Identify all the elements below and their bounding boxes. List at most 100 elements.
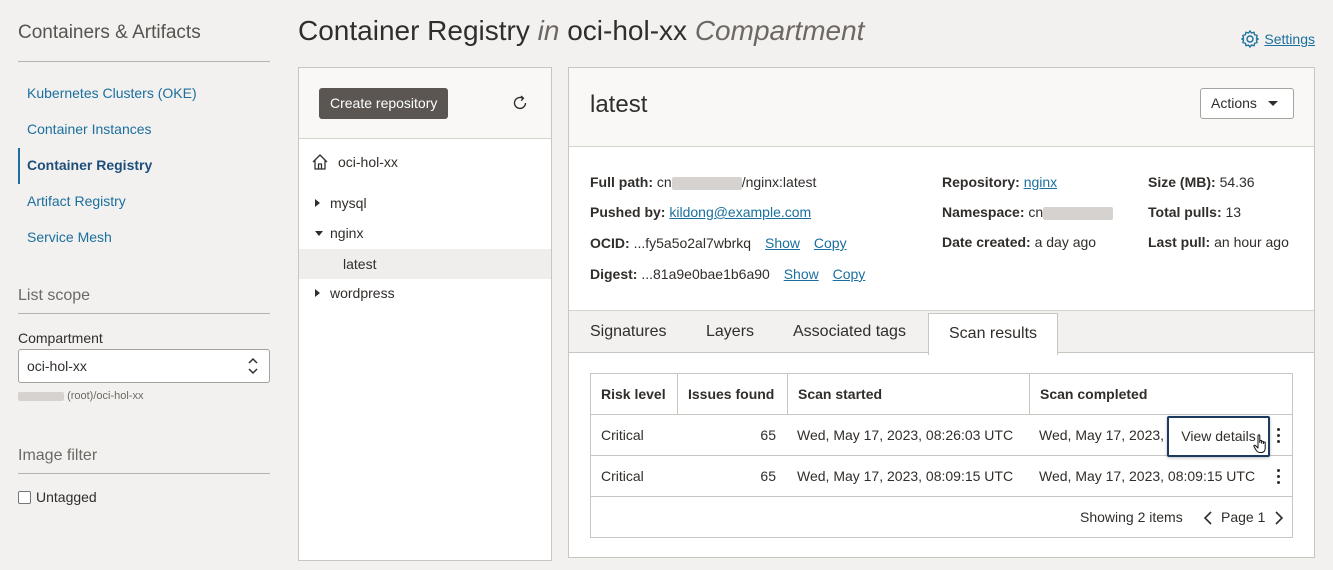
namespace-prefix: cn: [1028, 204, 1044, 220]
ocid-label: OCID:: [590, 235, 630, 251]
tab-layers[interactable]: Layers: [706, 323, 754, 341]
home-icon: [312, 154, 328, 170]
compartment-select[interactable]: oci-hol-xx: [18, 349, 270, 383]
collapse-down-icon[interactable]: [315, 231, 323, 236]
page-title-in: in: [537, 15, 560, 46]
compartment-path-text: (root)/oci-hol-xx: [67, 390, 144, 402]
caret-down-icon: [1268, 101, 1278, 106]
column-header-risk-level[interactable]: Risk level: [591, 374, 678, 415]
page-indicator: Page 1: [1221, 509, 1266, 525]
repository-label: Repository:: [942, 174, 1020, 190]
tab-scan-results[interactable]: Scan results: [928, 313, 1059, 355]
full-path-info: Full path: cn/nginx:latest: [590, 174, 816, 190]
digest-show-link[interactable]: Show: [784, 266, 819, 282]
chevron-left-icon[interactable]: [1203, 511, 1213, 525]
settings-link[interactable]: Settings: [1264, 31, 1315, 47]
pushed-by-info: Pushed by: kildong@example.com: [590, 204, 811, 220]
column-header-issues-found[interactable]: Issues found: [678, 374, 788, 415]
tree-root-label: oci-hol-xx: [338, 154, 398, 170]
date-created-value: a day ago: [1034, 234, 1097, 250]
scan-completed-cell: Wed, May 17, 2023, 08:09:15 UTC: [1039, 468, 1256, 484]
full-path-label: Full path:: [590, 174, 653, 190]
digest-copy-link[interactable]: Copy: [833, 266, 866, 282]
redacted-text: [671, 176, 742, 190]
tree-root-compartment[interactable]: oci-hol-xx: [311, 153, 398, 171]
tree-node-wordpress[interactable]: wordpress: [299, 278, 551, 308]
sidebar-item-container-instances[interactable]: Container Instances: [18, 112, 270, 148]
total-pulls-value: 13: [1225, 204, 1242, 220]
sidebar-title: Containers & Artifacts: [18, 22, 201, 43]
sidebar-item-kubernetes-clusters[interactable]: Kubernetes Clusters (OKE): [18, 76, 270, 112]
gear-icon: [1241, 30, 1260, 48]
sidebar-item-container-registry[interactable]: Container Registry: [18, 148, 270, 184]
date-created-label: Date created:: [942, 234, 1031, 250]
tree-node-latest[interactable]: latest: [299, 249, 551, 279]
digest-info: Digest: ...81a9e0bae1b6a90 Show Copy: [590, 266, 865, 282]
untagged-checkbox[interactable]: [18, 490, 31, 504]
ocid-show-link[interactable]: Show: [765, 235, 800, 251]
sidebar-divider: [18, 61, 270, 62]
compartment-path: (root)/oci-hol-xx: [18, 390, 143, 402]
ocid-value: ...fy5a5o2al7wbrkq: [633, 235, 752, 251]
tree-node-label: mysql: [330, 195, 367, 211]
scan-started-cell: Wed, May 17, 2023, 08:09:15 UTC: [797, 468, 1014, 484]
tree-node-label: latest: [343, 256, 377, 272]
actions-dropdown-button[interactable]: Actions: [1200, 88, 1294, 119]
table-row: Critical 65 Wed, May 17, 2023, 08:26:03 …: [591, 415, 1292, 457]
expand-right-icon[interactable]: [315, 199, 320, 207]
date-created-info: Date created: a day ago: [942, 234, 1096, 250]
sidebar-item-artifact-registry[interactable]: Artifact Registry: [18, 184, 270, 220]
table-row: Critical 65 Wed, May 17, 2023, 08:09:15 …: [591, 456, 1292, 497]
repository-info: Repository: nginx: [942, 174, 1057, 190]
tab-associated-tags[interactable]: Associated tags: [793, 323, 906, 341]
image-title: latest: [590, 91, 648, 118]
sidebar-item-service-mesh[interactable]: Service Mesh: [18, 220, 270, 256]
scan-completed-cell: Wed, May 17, 2023,: [1039, 427, 1165, 443]
sidebar-divider: [18, 473, 270, 474]
tab-signatures[interactable]: Signatures: [590, 323, 667, 341]
size-info: Size (MB): 54.36: [1148, 174, 1255, 190]
pushed-by-link[interactable]: kildong@example.com: [669, 204, 811, 220]
tree-toolbar: Create repository: [299, 68, 551, 139]
column-header-scan-completed[interactable]: Scan completed: [1030, 374, 1292, 415]
size-value: 54.36: [1219, 174, 1255, 190]
repository-link[interactable]: nginx: [1024, 174, 1057, 190]
settings-link-group[interactable]: Settings: [1240, 29, 1315, 49]
tree-node-mysql[interactable]: mysql: [299, 188, 551, 218]
untagged-label: Untagged: [36, 489, 97, 505]
last-pull-info: Last pull: an hour ago: [1148, 234, 1289, 250]
issues-found-cell: 65: [760, 427, 776, 443]
compartment-select-value: oci-hol-xx: [27, 358, 87, 374]
ocid-copy-link[interactable]: Copy: [814, 235, 847, 251]
detail-header: latest Actions: [569, 68, 1314, 147]
image-detail-panel: latest Actions Full path: cn/nginx:lates…: [568, 67, 1315, 558]
item-count: Showing 2 items: [1080, 509, 1183, 525]
namespace-label: Namespace:: [942, 204, 1025, 220]
page-title: Container Registry in oci-hol-xx Compart…: [298, 15, 864, 47]
chevron-right-icon[interactable]: [1274, 511, 1284, 525]
namespace-info: Namespace: cn: [942, 204, 1114, 220]
ocid-info: OCID: ...fy5a5o2al7wbrkq Show Copy: [590, 235, 847, 251]
refresh-icon[interactable]: [511, 94, 529, 112]
sidebar-divider: [18, 313, 270, 314]
select-updown-icon: [248, 357, 258, 375]
expand-right-icon[interactable]: [315, 289, 320, 297]
create-repository-button[interactable]: Create repository: [319, 88, 449, 119]
column-header-scan-started[interactable]: Scan started: [788, 374, 1030, 415]
scan-results-table: Risk level Issues found Scan started Sca…: [590, 373, 1293, 538]
full-path-prefix: cn: [656, 174, 672, 190]
page-title-compartment: oci-hol-xx: [567, 15, 688, 46]
risk-level-cell: Critical: [601, 427, 644, 443]
compartment-label: Compartment: [18, 330, 103, 346]
tree-node-nginx[interactable]: nginx: [299, 218, 551, 248]
row-actions-kebab-icon[interactable]: [1277, 469, 1281, 484]
redacted-text: [1043, 206, 1114, 220]
digest-label: Digest:: [590, 266, 638, 282]
hand-pointer-icon: [1253, 434, 1266, 453]
tree-node-label: nginx: [330, 225, 364, 241]
sidebar-nav: Kubernetes Clusters (OKE) Container Inst…: [18, 76, 270, 256]
table-footer: Showing 2 items Page 1: [591, 497, 1292, 537]
list-scope-title: List scope: [18, 287, 91, 304]
total-pulls-label: Total pulls:: [1148, 204, 1222, 220]
row-actions-kebab-icon[interactable]: [1277, 428, 1281, 443]
